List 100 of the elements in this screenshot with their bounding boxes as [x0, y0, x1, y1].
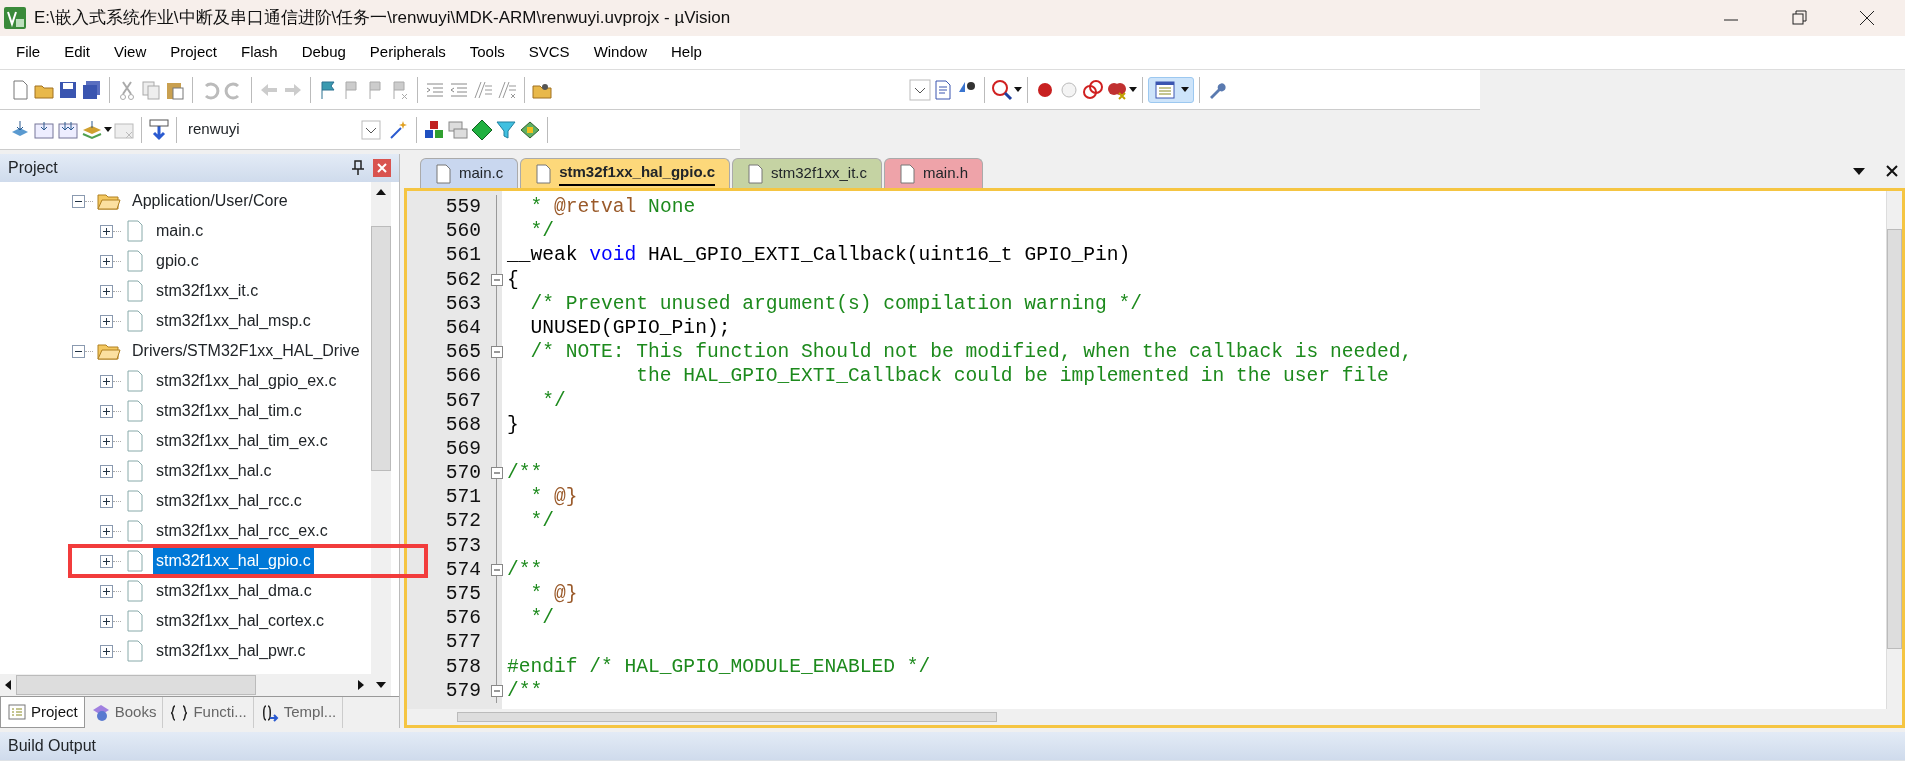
caret-icon[interactable] — [1129, 86, 1137, 93]
braces-icon — [169, 702, 190, 723]
expander-icon[interactable] — [100, 224, 113, 238]
menu-item[interactable]: Help — [659, 41, 714, 64]
caret-icon[interactable] — [1014, 86, 1022, 93]
caret-icon[interactable] — [104, 126, 112, 133]
code-line: * @} — [529, 485, 578, 510]
expander-icon[interactable] — [100, 374, 113, 388]
caret-icon — [1181, 86, 1189, 93]
panel-title: Build Output — [8, 736, 97, 756]
close-icon[interactable] — [1857, 8, 1877, 28]
file-icon — [535, 163, 552, 184]
code-line: * @} — [529, 582, 578, 607]
file-icon — [125, 490, 145, 512]
fold-toggle-icon[interactable] — [491, 684, 503, 697]
tab-list-icon[interactable] — [1853, 168, 1865, 176]
tree-item[interactable]: stm32f1xx_hal_tim_ex.c — [153, 428, 331, 454]
pin-icon[interactable] — [351, 160, 365, 176]
file-icon — [125, 220, 145, 242]
menu-item[interactable]: Flash — [228, 41, 290, 64]
tree-item[interactable]: stm32f1xx_hal_rcc_ex.c — [153, 518, 331, 544]
menu-item[interactable]: View — [102, 41, 159, 64]
tree-item[interactable]: Application/User/Core — [129, 188, 291, 214]
file-icon — [125, 280, 145, 302]
expander-icon[interactable] — [100, 254, 113, 268]
menu-item[interactable]: Edit — [52, 41, 103, 64]
expander-icon[interactable] — [72, 194, 85, 208]
file-icon — [125, 610, 145, 632]
panel-tab[interactable]: Templ... — [253, 697, 344, 728]
expander-icon[interactable] — [72, 344, 85, 358]
tree-item[interactable]: main.c — [153, 218, 207, 244]
file-icon — [435, 163, 451, 184]
fold-toggle-icon[interactable] — [491, 467, 503, 480]
expander-icon[interactable] — [100, 434, 113, 448]
code-line: /** — [507, 461, 543, 486]
close-icon[interactable] — [1885, 164, 1899, 178]
tree-item[interactable]: stm32f1xx_hal_rcc.c — [153, 488, 305, 514]
file-tab[interactable]: stm32f1xx_it.c — [732, 158, 882, 188]
menu-item[interactable]: SVCS — [516, 41, 582, 64]
tree-item[interactable]: stm32f1xx_hal_dma.c — [153, 578, 315, 604]
tree-item[interactable]: stm32f1xx_hal_gpio_ex.c — [153, 368, 340, 394]
menu-item[interactable]: Tools — [457, 41, 517, 64]
menu-item[interactable]: Peripherals — [357, 41, 458, 64]
code-line: */ — [529, 606, 555, 631]
file-icon — [125, 550, 145, 572]
panel-tab[interactable]: Books — [84, 697, 164, 728]
code-line: /** — [507, 678, 543, 703]
tree-item[interactable]: stm32f1xx_hal_tim.c — [153, 398, 305, 424]
restore-icon[interactable] — [1789, 8, 1809, 28]
expander-icon[interactable] — [100, 584, 113, 598]
file-icon — [125, 430, 145, 452]
file-icon — [125, 250, 145, 272]
expander-icon[interactable] — [100, 554, 113, 568]
fold-toggle-icon[interactable] — [491, 273, 503, 286]
code-line: * @retval None — [529, 195, 696, 220]
expander-icon[interactable] — [100, 464, 113, 478]
scroll-thumb[interactable] — [16, 675, 256, 695]
tree-item[interactable]: stm32f1xx_hal_msp.c — [153, 308, 314, 334]
menu-item[interactable]: Window — [581, 41, 659, 64]
project-icon — [7, 702, 27, 722]
scroll-thumb[interactable] — [371, 226, 391, 471]
expander-icon[interactable] — [100, 314, 113, 328]
menu-item[interactable]: File — [4, 41, 53, 64]
download-icon[interactable] — [147, 117, 171, 142]
file-tab[interactable]: stm32f1xx_hal_gpio.c — [520, 158, 731, 188]
file-tab[interactable]: main.h — [883, 158, 983, 188]
tree-item[interactable]: stm32f1xx_hal_cortex.c — [153, 608, 328, 634]
menu-item[interactable]: Debug — [289, 41, 358, 64]
tree-item[interactable]: Drivers/STM32F1xx_HAL_Drive — [129, 338, 363, 364]
tree-item[interactable]: gpio.c — [153, 248, 202, 274]
panel-tab[interactable]: Functi... — [163, 697, 254, 728]
file-icon — [125, 640, 145, 662]
tree-item[interactable]: stm32f1xx_hal_gpio.c — [153, 548, 314, 574]
expander-icon[interactable] — [100, 524, 113, 538]
debug-magnifier-icon[interactable] — [990, 77, 1014, 102]
file-tab[interactable]: main.c — [420, 158, 519, 188]
fold-toggle-icon[interactable] — [491, 346, 503, 359]
window-layout-button[interactable] — [1148, 76, 1194, 103]
file-icon — [747, 163, 764, 184]
scroll-thumb[interactable] — [1887, 229, 1902, 649]
fold-toggle-icon[interactable] — [491, 563, 503, 576]
code-line: /* NOTE: This function Should not be modified, when the callback is needed, — [529, 340, 1413, 365]
expander-icon[interactable] — [100, 614, 113, 628]
expander-icon[interactable] — [100, 284, 113, 298]
diamond-icon[interactable] — [470, 117, 494, 142]
code-line: #endif /* HAL_GPIO_MODULE_ENABLED */ — [507, 654, 931, 679]
panel-tab[interactable]: Project — [0, 697, 85, 728]
tree-item[interactable]: stm32f1xx_hal.c — [153, 458, 275, 484]
app-logo-icon — [4, 7, 26, 29]
expander-icon[interactable] — [100, 644, 113, 658]
tree-item[interactable]: stm32f1xx_hal_pwr.c — [153, 638, 309, 664]
code-line: /** — [507, 557, 543, 582]
code-line: */ — [541, 388, 566, 413]
breakpoints-disable-icon[interactable] — [1081, 77, 1105, 102]
tree-item[interactable]: stm32f1xx_it.c — [153, 278, 262, 304]
scroll-thumb[interactable] — [457, 712, 997, 722]
expander-icon[interactable] — [100, 404, 113, 418]
expander-icon[interactable] — [100, 494, 113, 508]
panel-title: Project — [8, 158, 58, 178]
menu-item[interactable]: Project — [158, 41, 229, 64]
